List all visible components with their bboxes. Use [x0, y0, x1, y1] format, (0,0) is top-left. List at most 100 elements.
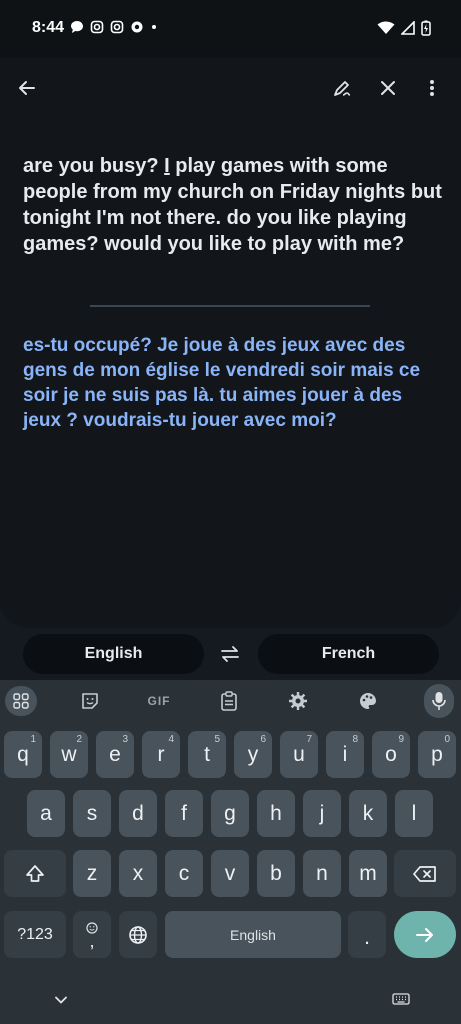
translated-text[interactable]: es-tu occupé? Je joue à des jeux avec de… [23, 333, 443, 433]
chevron-down-icon [55, 996, 67, 1004]
sticker-button[interactable] [73, 688, 107, 714]
key-z[interactable]: z [73, 850, 111, 897]
key-e[interactable]: e3 [96, 731, 134, 778]
key-x[interactable]: x [119, 850, 157, 897]
back-button[interactable] [11, 72, 43, 104]
key-y[interactable]: y6 [234, 731, 272, 778]
comma-label: , [89, 930, 95, 951]
key-label: q [17, 742, 29, 766]
key-hint: 3 [122, 734, 128, 745]
theme-button[interactable] [351, 688, 385, 714]
shift-icon [26, 864, 44, 882]
key-label: u [293, 742, 305, 766]
status-bar: 8:44 [0, 0, 461, 58]
key-i[interactable]: i8 [326, 731, 364, 778]
grid-apps-icon [13, 693, 29, 709]
shift-key[interactable] [4, 850, 66, 897]
clipboard-button[interactable] [212, 688, 246, 714]
emoji-comma-key[interactable]: , [73, 911, 111, 958]
voice-input-button[interactable] [424, 684, 454, 718]
backspace-key[interactable] [394, 850, 456, 897]
key-v[interactable]: v [211, 850, 249, 897]
key-r[interactable]: r4 [142, 731, 180, 778]
key-label: i [342, 742, 348, 766]
key-label: w [61, 742, 77, 766]
keyboard-menu-button[interactable] [5, 686, 37, 716]
key-hint: 5 [214, 734, 220, 745]
instagram-icon-2 [110, 20, 124, 34]
key-q[interactable]: q1 [4, 731, 42, 778]
key-j[interactable]: j [303, 790, 341, 837]
keyboard-switcher-button[interactable] [390, 991, 412, 1007]
divider [90, 305, 370, 307]
key-hint: 2 [76, 734, 82, 745]
key-hint: 4 [168, 734, 174, 745]
microphone-icon [432, 692, 446, 710]
key-hint: 1 [30, 734, 36, 745]
key-label: e [109, 742, 121, 766]
navigation-bar [0, 980, 461, 1024]
keyboard-icon [392, 993, 410, 1005]
swap-arrows-icon [221, 646, 239, 662]
key-f[interactable]: f [165, 790, 203, 837]
globe-icon [129, 925, 147, 944]
hide-keyboard-button[interactable] [52, 992, 70, 1008]
more-options-button[interactable] [416, 72, 448, 104]
key-hint: 6 [260, 734, 266, 745]
keyboard-settings-button[interactable] [281, 688, 315, 714]
enter-key[interactable] [394, 911, 456, 958]
space-key[interactable]: English [165, 911, 341, 958]
source-language-button[interactable]: English [23, 634, 204, 674]
palette-icon [360, 693, 376, 709]
key-w[interactable]: w2 [50, 731, 88, 778]
key-n[interactable]: n [303, 850, 341, 897]
key-p[interactable]: p0 [418, 731, 456, 778]
key-hint: 9 [398, 734, 404, 745]
key-label: t [204, 742, 210, 766]
key-u[interactable]: u7 [280, 731, 318, 778]
handwriting-button[interactable] [326, 72, 358, 104]
sticker-icon [82, 693, 98, 709]
cell-signal-icon [401, 21, 415, 35]
target-language-button[interactable]: French [258, 634, 439, 674]
key-s[interactable]: s [73, 790, 111, 837]
period-key[interactable]: . [348, 911, 386, 958]
handwriting-icon [334, 81, 351, 96]
key-t[interactable]: t5 [188, 731, 226, 778]
system-status-icons [377, 20, 431, 36]
key-k[interactable]: k [349, 790, 387, 837]
key-o[interactable]: o9 [372, 731, 410, 778]
arrow-left-icon [19, 81, 35, 95]
status-time: 8:44 [32, 19, 65, 36]
battery-charging-icon [421, 20, 431, 36]
gif-button[interactable]: GIF [142, 688, 176, 714]
key-b[interactable]: b [257, 850, 295, 897]
clear-button[interactable] [372, 72, 404, 104]
instagram-icon [90, 20, 104, 34]
swap-languages-button[interactable] [215, 640, 245, 668]
key-h[interactable]: h [257, 790, 295, 837]
clipboard-icon [221, 691, 237, 711]
settings-badge-icon [131, 21, 143, 33]
symbols-key[interactable]: ?123 [4, 911, 66, 958]
key-d[interactable]: d [119, 790, 157, 837]
key-label: r [157, 742, 165, 766]
key-hint: 7 [306, 734, 312, 745]
key-a[interactable]: a [27, 790, 65, 837]
key-label: p [431, 742, 443, 766]
source-text-input[interactable]: are you busy? I play games with some peo… [23, 153, 443, 257]
key-l[interactable]: l [395, 790, 433, 837]
wifi-icon [377, 21, 395, 34]
key-hint: 8 [352, 734, 358, 745]
key-c[interactable]: c [165, 850, 203, 897]
source-text-before-cursor: are you busy? [23, 155, 165, 177]
key-label: y [247, 742, 259, 766]
key-hint: 0 [444, 734, 450, 745]
key-g[interactable]: g [211, 790, 249, 837]
backspace-icon [413, 865, 436, 882]
key-m[interactable]: m [349, 850, 387, 897]
gear-icon [289, 692, 307, 710]
key-label: o [385, 742, 397, 766]
language-switch-key[interactable] [119, 911, 157, 958]
chat-bubble-icon [71, 21, 83, 33]
